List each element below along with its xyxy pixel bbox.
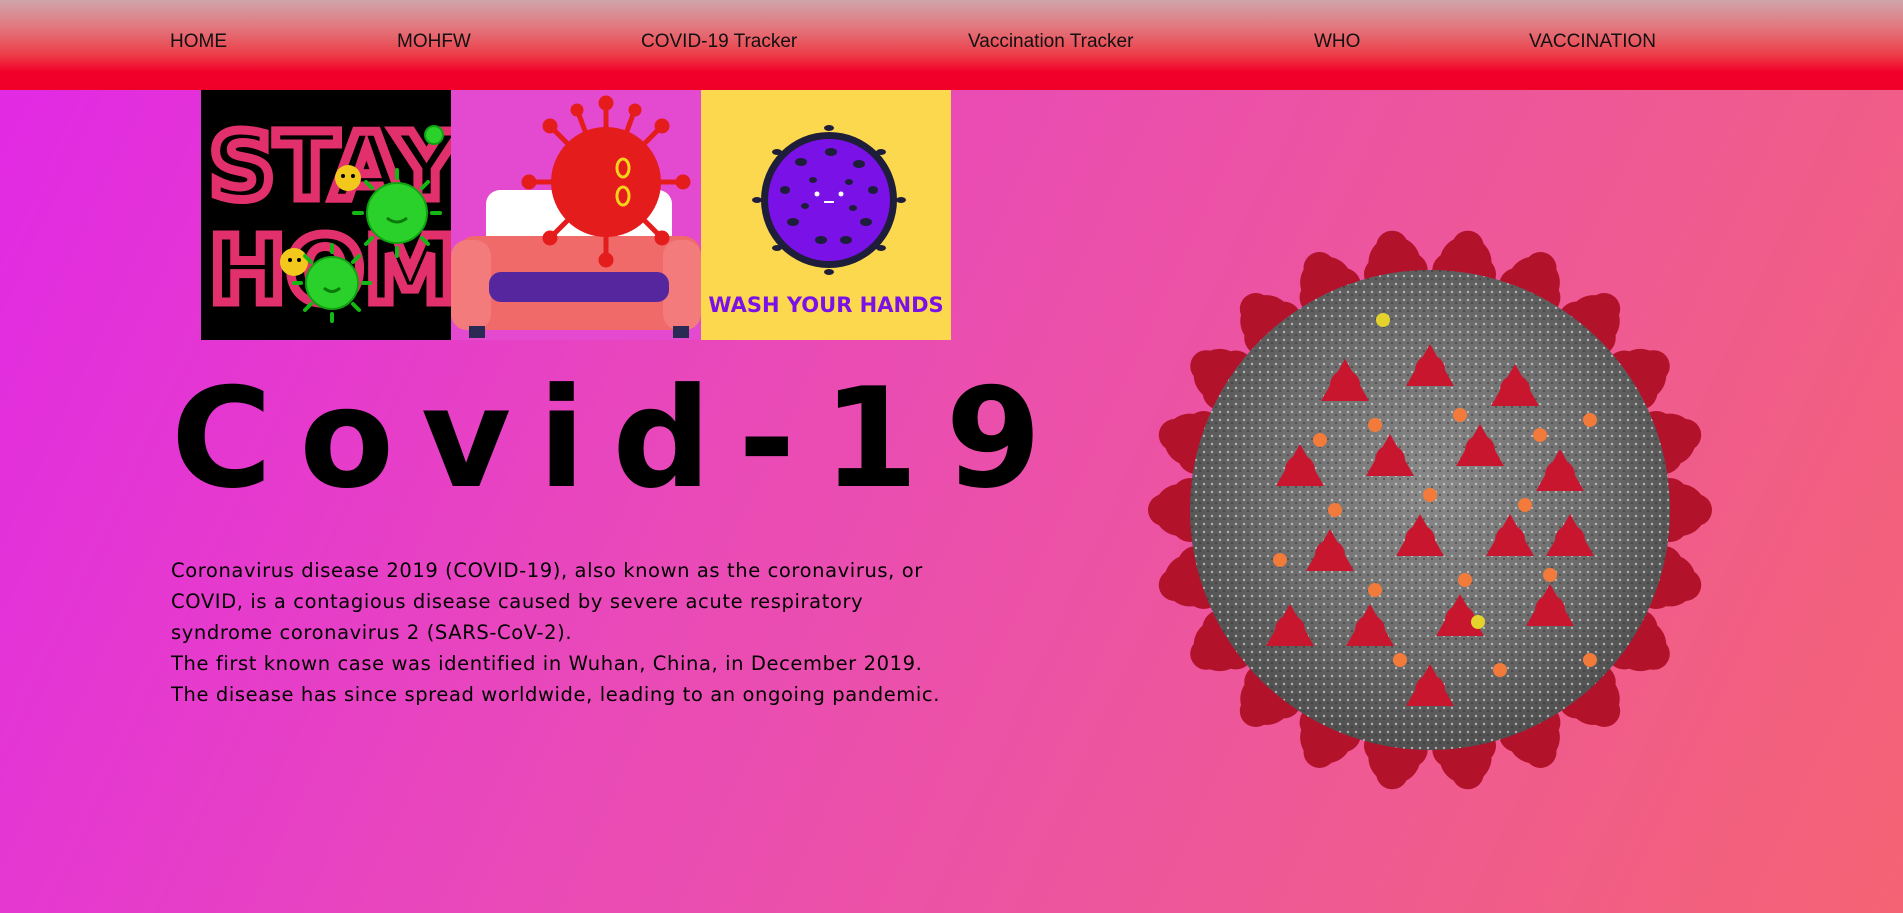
description-paragraph: Coronavirus disease 2019 (COVID-19), als… <box>171 559 923 644</box>
nav-link-mohfw[interactable]: MOHFW <box>397 31 471 53</box>
nav-link-vaccination-tracker[interactable]: Vaccination Tracker <box>968 31 1133 53</box>
stay-home-illustration: STAY HOME <box>201 90 451 340</box>
virus-on-couch-illustration <box>451 90 701 340</box>
top-navbar: HOME MOHFW COVID-19 Tracker Vaccination … <box>0 0 1903 90</box>
description: Coronavirus disease 2019 (COVID-19), als… <box>171 555 971 710</box>
nav-link-covid-tracker[interactable]: COVID-19 Tracker <box>641 31 797 53</box>
nav-link-who[interactable]: WHO <box>1314 31 1360 53</box>
wash-hands-caption: WASH YOUR HANDS <box>708 293 943 317</box>
page-title: Covid-19 <box>171 358 1069 519</box>
nav-link-vaccination[interactable]: VACCINATION <box>1529 31 1656 53</box>
coronavirus-image <box>1130 210 1730 800</box>
wash-hands-illustration: WASH YOUR HANDS <box>701 90 951 340</box>
description-paragraph: The disease has since spread worldwide, … <box>171 683 941 706</box>
nav-link-home[interactable]: HOME <box>170 31 227 53</box>
description-paragraph: The first known case was identified in W… <box>171 652 923 675</box>
